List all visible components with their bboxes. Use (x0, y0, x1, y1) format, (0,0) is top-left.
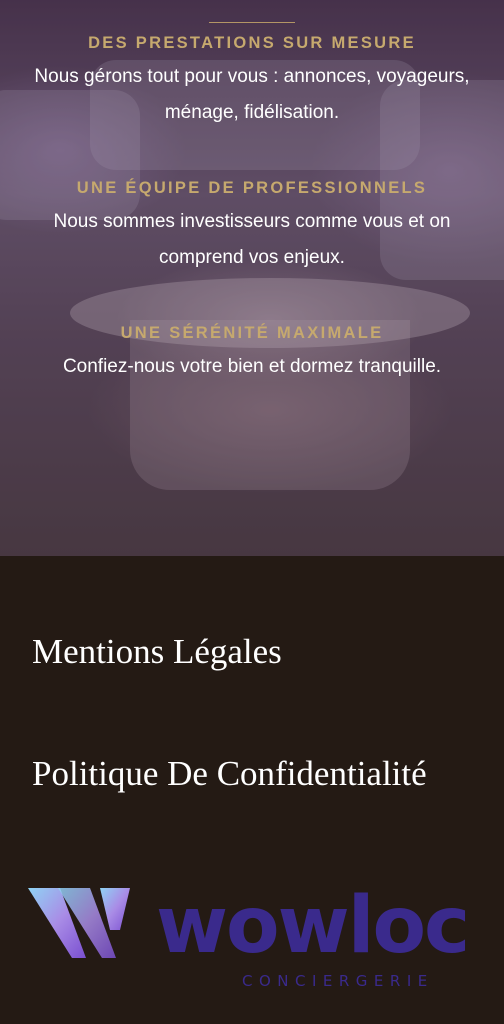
feature-text: Nous gérons tout pour vous : annonces, v… (34, 66, 470, 123)
hero-section: DES PRESTATIONS SUR MESURE Nous gérons t… (0, 0, 504, 556)
legal-notice-link[interactable]: Mentions Légales (32, 630, 472, 674)
feature-text: Confiez-nous votre bien et dormez tranqu… (62, 356, 442, 377)
feature-title: UNE ÉQUIPE DE PROFESSIONNELS (76, 179, 428, 197)
wowloc-logo[interactable]: wowloc CONCIERGERIE (28, 886, 478, 996)
feature-text: Nous sommes investisseurs comme vous et … (53, 211, 451, 268)
hero-divider (209, 22, 295, 23)
footer: Mentions Légales Politique De Confidenti… (0, 556, 504, 1024)
feature-item: UNE ÉQUIPE DE PROFESSIONNELS Nous sommes… (0, 179, 504, 276)
logo-tagline: CONCIERGERIE (242, 972, 434, 990)
logo-mark-icon (28, 888, 130, 958)
logo-wordmark: wowloc (156, 886, 468, 971)
feature-title: UNE SÉRÉNITÉ MAXIMALE (120, 324, 384, 342)
feature-item: UNE SÉRÉNITÉ MAXIMALE Confiez-nous votre… (0, 324, 504, 385)
feature-title: DES PRESTATIONS SUR MESURE (88, 34, 416, 52)
feature-item: DES PRESTATIONS SUR MESURE Nous gérons t… (0, 34, 504, 131)
privacy-policy-link[interactable]: Politique De Confidentialité (32, 752, 472, 796)
